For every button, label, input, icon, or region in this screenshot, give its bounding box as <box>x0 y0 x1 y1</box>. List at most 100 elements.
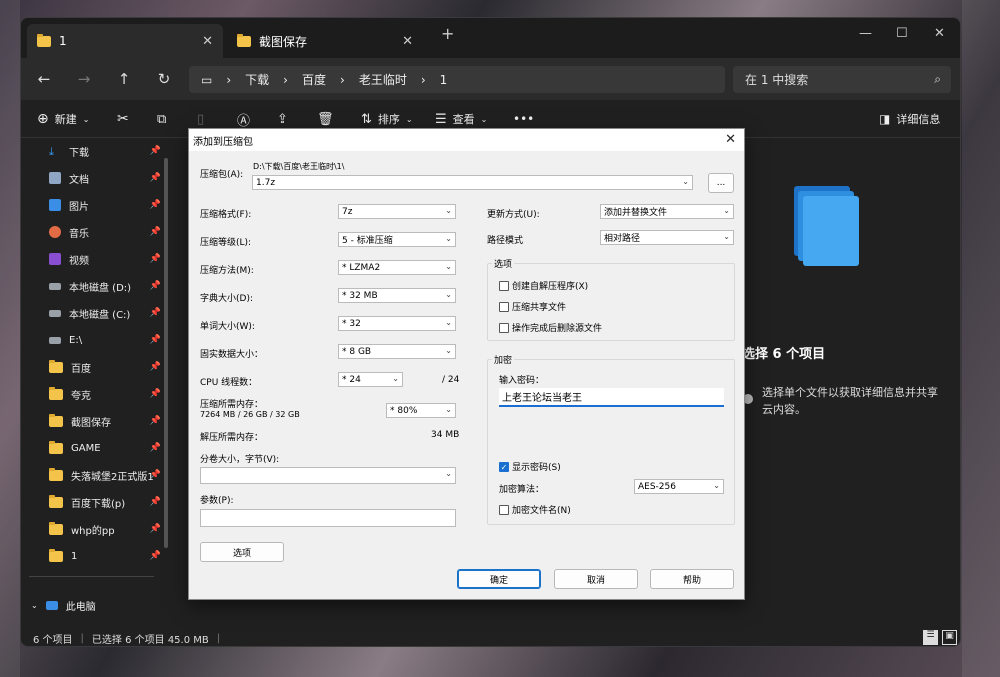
sidebar-item-videos[interactable]: 视频 📌 <box>49 246 161 272</box>
method-select[interactable]: * LZMA2 ⌄ <box>338 260 456 275</box>
copy-icon[interactable]: ⧉ <box>157 100 166 138</box>
ok-button[interactable]: 确定 <box>457 569 541 589</box>
new-button[interactable]: ⊕ 新建 ⌄ <box>37 100 89 138</box>
details-view-icon[interactable]: ☰ <box>923 630 938 645</box>
refresh-icon[interactable]: ↻ <box>149 58 179 100</box>
params-input[interactable] <box>200 509 456 527</box>
breadcrumb-item[interactable]: 下载 <box>245 71 269 88</box>
enc-method-label: 加密算法： <box>499 485 545 495</box>
sidebar-item-whp[interactable]: whp的pp 📌 <box>49 516 161 542</box>
sidebar-item-1[interactable]: 1 📌 <box>49 543 161 569</box>
pin-icon[interactable]: 📌 <box>150 362 161 372</box>
folder-icon <box>49 440 63 454</box>
sidebar-item-this-pc[interactable]: ⌄ 此电脑 <box>31 592 143 618</box>
path-mode-select[interactable]: 相对路径 ⌄ <box>600 230 734 245</box>
pin-icon[interactable]: 📌 <box>150 173 161 183</box>
sidebar-item-music[interactable]: 音乐 📌 <box>49 219 161 245</box>
threads-select[interactable]: * 24 ⌄ <box>338 372 403 387</box>
format-select[interactable]: 7z ⌄ <box>338 204 456 219</box>
encryption-group-title: 加密 <box>492 353 515 366</box>
tiles-view-icon[interactable]: ▣ <box>942 630 957 645</box>
close-tab-icon[interactable]: ✕ <box>402 34 413 49</box>
archive-name-value: 1.7z <box>256 177 276 188</box>
volume-combo[interactable]: ⌄ <box>200 467 456 484</box>
sfx-checkbox[interactable]: 创建自解压程序(X) <box>499 279 588 292</box>
sidebar-item-drive-d[interactable]: 本地磁盘 (D:) 📌 <box>49 273 161 299</box>
sidebar-item-baidu-download[interactable]: 百度下载(p) 📌 <box>49 489 161 515</box>
close-window-button[interactable]: ✕ <box>934 26 945 41</box>
music-icon <box>49 226 61 238</box>
volume-label: 分卷大小，字节(V): <box>200 455 280 465</box>
sidebar-item-label: 夸克 <box>71 390 91 402</box>
sidebar-item-drive-c[interactable]: 本地磁盘 (C:) 📌 <box>49 300 161 326</box>
cut-icon[interactable]: ✂ <box>117 100 129 138</box>
word-select[interactable]: * 32 ⌄ <box>338 316 456 331</box>
breadcrumb-item[interactable]: 老王临时 <box>359 71 407 88</box>
breadcrumb-item[interactable]: 1 <box>440 73 448 87</box>
pin-icon[interactable]: 📌 <box>150 443 161 453</box>
options-button[interactable]: 选项 <box>200 542 284 562</box>
shared-files-checkbox[interactable]: 压缩共享文件 <box>499 300 566 313</box>
maximize-button[interactable]: ☐ <box>896 26 908 41</box>
sidebar-item-lost-castle[interactable]: 失落城堡2正式版1 📌 <box>49 462 161 488</box>
update-select[interactable]: 添加并替换文件 ⌄ <box>600 204 734 219</box>
breadcrumb-item[interactable]: 百度 <box>302 71 326 88</box>
back-arrow-icon[interactable]: ← <box>29 58 59 100</box>
browse-button[interactable]: ... <box>708 173 734 193</box>
pin-icon[interactable]: 📌 <box>150 551 161 561</box>
pin-icon[interactable]: 📌 <box>150 389 161 399</box>
scrollbar[interactable] <box>164 158 168 548</box>
level-select[interactable]: 5 - 标准压缩 ⌄ <box>338 232 456 247</box>
search-box[interactable]: 在 1 中搜索 ⌕ <box>733 66 951 93</box>
new-tab-button[interactable]: + <box>441 24 454 43</box>
pin-icon[interactable]: 📌 <box>150 146 161 156</box>
address-bar[interactable]: ▭ › 下载 › 百度 › 老王临时 › 1 <box>189 66 725 93</box>
sidebar-item-screenshots[interactable]: 截图保存 📌 <box>49 408 161 434</box>
password-value: 上老王论坛当老王 <box>502 393 582 404</box>
video-icon <box>49 253 61 265</box>
pin-icon[interactable]: 📌 <box>150 470 161 480</box>
pin-icon[interactable]: 📌 <box>150 227 161 237</box>
password-input[interactable]: 上老王论坛当老王 <box>499 388 724 407</box>
show-password-checkbox[interactable]: ✓ 显示密码(S) <box>499 460 561 473</box>
minimize-button[interactable]: — <box>859 26 872 41</box>
forward-arrow-icon[interactable]: → <box>69 58 99 100</box>
pin-icon[interactable]: 📌 <box>150 497 161 507</box>
decompress-mem-value: 34 MB <box>431 430 460 440</box>
encrypt-names-checkbox[interactable]: 加密文件名(N) <box>499 503 571 516</box>
sidebar-item-baidu[interactable]: 百度 📌 <box>49 354 161 380</box>
pin-icon[interactable]: 📌 <box>150 416 161 426</box>
dict-select[interactable]: * 32 MB ⌄ <box>338 288 456 303</box>
close-tab-icon[interactable]: ✕ <box>202 34 213 49</box>
sort-label: 排序 <box>377 113 400 126</box>
pin-icon[interactable]: 📌 <box>150 524 161 534</box>
sidebar-item-pictures[interactable]: 图片 📌 <box>49 192 161 218</box>
pin-icon[interactable]: 📌 <box>150 200 161 210</box>
pin-icon[interactable]: 📌 <box>150 335 161 345</box>
cancel-button[interactable]: 取消 <box>554 569 638 589</box>
sidebar-item-label: 失落城堡2正式版1 <box>71 471 154 483</box>
enc-method-select[interactable]: AES-256 ⌄ <box>634 479 724 494</box>
solid-select[interactable]: * 8 GB ⌄ <box>338 344 456 359</box>
pin-icon[interactable]: 📌 <box>150 308 161 318</box>
chevron-icon: › <box>340 72 345 87</box>
drive-icon <box>49 336 61 344</box>
pin-icon[interactable]: 📌 <box>150 281 161 291</box>
delete-source-label: 操作完成后删除源文件 <box>512 324 603 334</box>
delete-source-checkbox[interactable]: 操作完成后删除源文件 <box>499 321 602 334</box>
sidebar-item-downloads[interactable]: ⤓ 下载 📌 <box>49 138 161 164</box>
mem-percent-select[interactable]: * 80% ⌄ <box>386 403 456 418</box>
sidebar-item-drive-e[interactable]: E:\ 📌 <box>49 327 161 353</box>
pin-icon[interactable]: 📌 <box>150 254 161 264</box>
tab-1[interactable]: 1 ✕ <box>27 24 223 58</box>
details-button[interactable]: ◨ 详细信息 <box>879 100 940 138</box>
sidebar-item-label: 视频 <box>69 255 89 267</box>
help-button[interactable]: 帮助 <box>650 569 734 589</box>
sidebar-item-game[interactable]: GAME 📌 <box>49 435 161 461</box>
close-icon[interactable]: ✕ <box>725 132 736 147</box>
sidebar-item-quark[interactable]: 夸克 📌 <box>49 381 161 407</box>
up-arrow-icon[interactable]: ↑ <box>109 58 139 100</box>
tab-screenshots[interactable]: 截图保存 ✕ <box>227 24 423 58</box>
archive-name-combo[interactable]: 1.7z ⌄ <box>252 175 693 190</box>
sidebar-item-documents[interactable]: 文档 📌 <box>49 165 161 191</box>
